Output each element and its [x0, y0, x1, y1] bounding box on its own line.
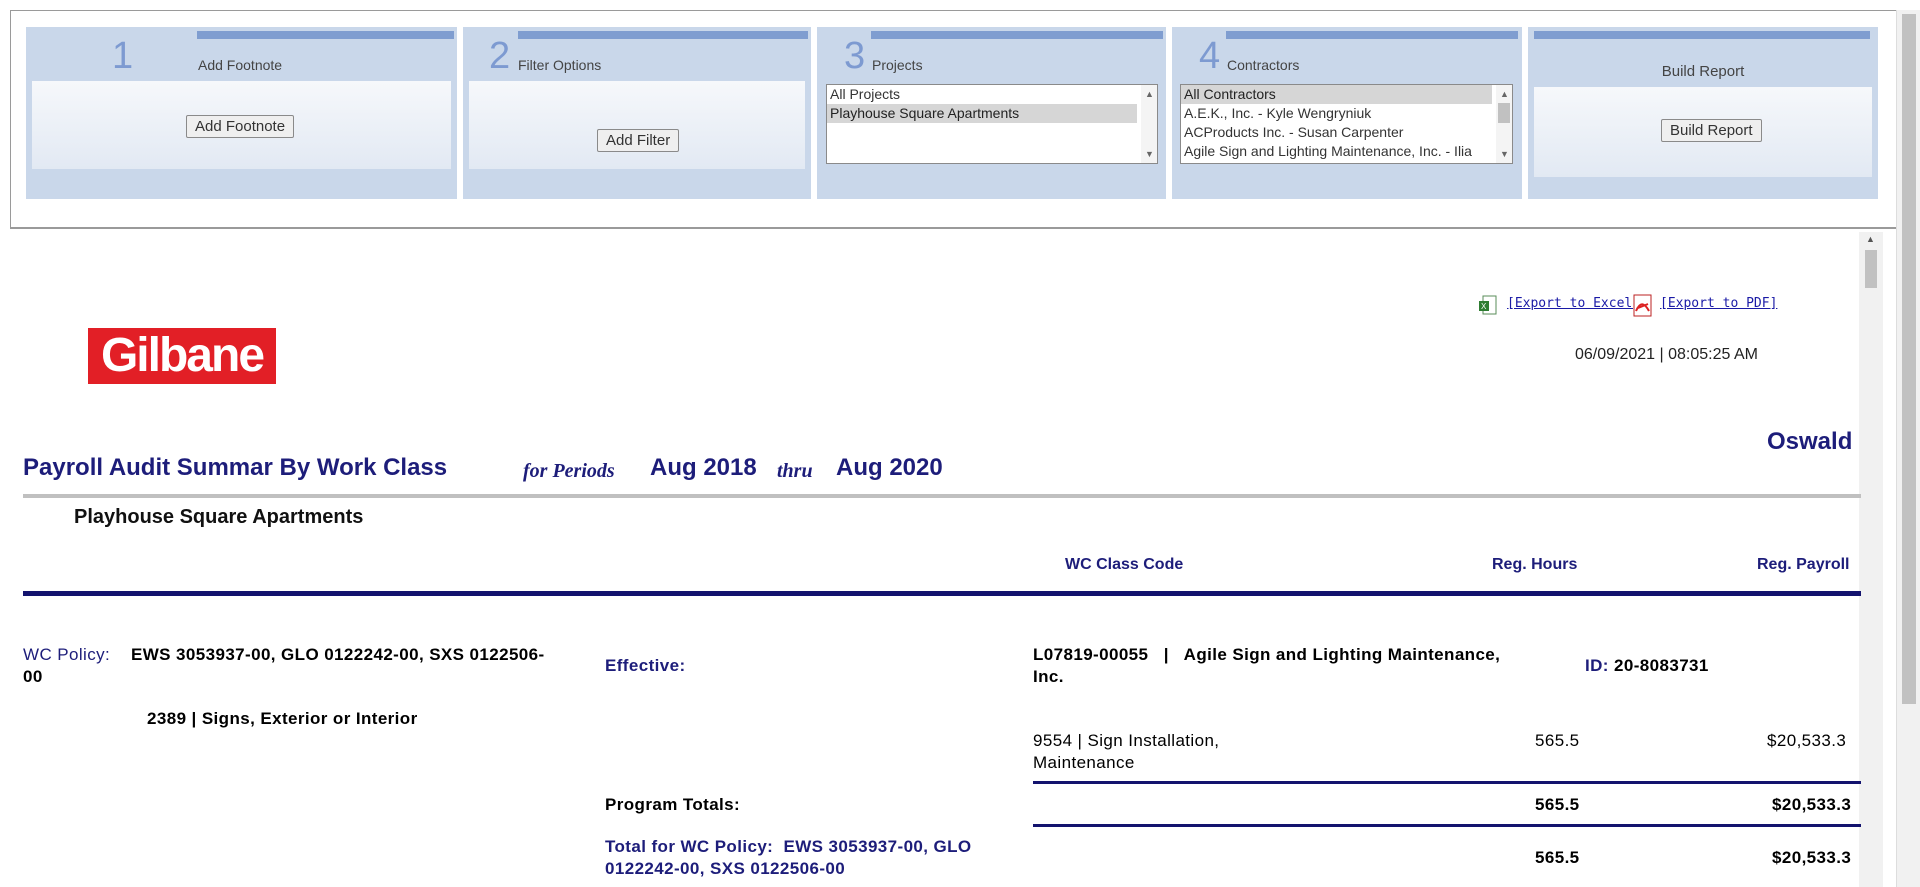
contractor-option[interactable]: Agile Sign and Lighting Maintenance, Inc… — [1181, 142, 1492, 161]
policy-total-wrap: 0122242-00, SXS 0122506-00 — [605, 859, 846, 878]
for-periods-label: for Periods — [523, 460, 615, 482]
report-datetime: 06/09/2021 | 08:05:25 AM — [1575, 346, 1758, 363]
contractor-name-wrap: Inc. — [1033, 667, 1064, 686]
contractors-listbox[interactable]: All Contractors A.E.K., Inc. - Kyle Weng… — [1180, 84, 1513, 164]
report-scrollbar[interactable]: ▲ — [1859, 232, 1883, 887]
totals-divider — [1033, 781, 1861, 784]
export-excel-link[interactable]: [Export to Excel] — [1507, 296, 1640, 311]
pdf-icon[interactable] — [1632, 294, 1654, 318]
col-reg-payroll: Reg. Payroll — [1757, 556, 1850, 573]
header-divider — [23, 591, 1861, 596]
add-filter-button[interactable]: Add Filter — [597, 129, 680, 152]
step-filter-options: 2 Filter Options Add Filter — [463, 27, 811, 199]
step-body: Build Report — [1534, 87, 1872, 177]
id-value: 20-8083731 — [1614, 656, 1709, 675]
policy-payroll: $20,533.3 — [1772, 848, 1852, 867]
build-report-button[interactable]: Build Report — [1661, 119, 1762, 142]
program-totals-label: Program Totals: — [605, 795, 741, 814]
policy-hours: 565.5 — [1535, 848, 1580, 867]
step-title: Contractors — [1227, 57, 1300, 73]
step-accent — [871, 31, 1163, 39]
policy-total-label: Total for WC Policy: EWS 3053937-00, GLO — [605, 837, 972, 856]
page-scroll-thumb[interactable] — [1902, 14, 1916, 704]
step-contractors: 4 Contractors All Contractors A.E.K., In… — [1172, 27, 1522, 199]
row-class-code-wrap: Maintenance — [1033, 753, 1135, 772]
report-owner: Oswald — [1767, 428, 1853, 455]
effective-label: Effective: — [605, 656, 686, 675]
program-hours: 565.5 — [1535, 795, 1580, 814]
col-reg-hours: Reg. Hours — [1492, 556, 1578, 573]
row-class-code: 9554 | Sign Installation, — [1033, 731, 1220, 750]
step-add-footnote: 1 Add Footnote Add Footnote — [26, 27, 457, 199]
projects-listbox[interactable]: All Projects Playhouse Square Apartments… — [826, 84, 1158, 164]
scroll-up-icon[interactable]: ▲ — [1500, 89, 1509, 99]
step-body: Add Footnote — [32, 81, 451, 169]
row-payroll: $20,533.3 — [1767, 731, 1847, 750]
scroll-up-icon[interactable]: ▲ — [1866, 234, 1875, 244]
listbox-scrollbar[interactable]: ▲ ▼ — [1496, 85, 1512, 163]
step-body: Add Filter — [469, 81, 805, 169]
col-wc-class-code: WC Class Code — [1065, 556, 1184, 573]
contractor-name: L07819-00055 | Agile Sign and Lighting M… — [1033, 645, 1501, 664]
scroll-down-icon[interactable]: ▼ — [1500, 149, 1509, 159]
company-logo: Gilbane — [88, 328, 276, 384]
scroll-down-icon[interactable]: ▼ — [1145, 149, 1154, 159]
project-name: Playhouse Square Apartments — [74, 506, 364, 528]
page-scrollbar[interactable] — [1896, 10, 1920, 887]
step-build-report: Build Report Build Report — [1528, 27, 1878, 199]
report-wizard-bar: 1 Add Footnote Add Footnote 2 Filter Opt… — [10, 10, 1897, 229]
add-footnote-button[interactable]: Add Footnote — [186, 115, 295, 138]
step-number: 2 — [489, 35, 511, 77]
wc-policy-value: EWS 3053937-00, GLO 0122242-00, SXS 0122… — [131, 645, 545, 664]
contractor-option-selected[interactable]: All Contractors — [1181, 85, 1492, 104]
step-accent — [1226, 31, 1518, 39]
step-title: Add Footnote — [198, 57, 283, 73]
thru-label: thru — [777, 460, 813, 482]
row-hours: 565.5 — [1535, 731, 1580, 750]
step-accent — [1534, 31, 1870, 39]
svg-text:X: X — [1481, 302, 1487, 311]
contractor-option[interactable]: ACProducts Inc. - Susan Carpenter — [1181, 123, 1492, 142]
wc-policy-label: WC Policy: — [23, 645, 111, 664]
report-scroll-thumb[interactable] — [1865, 250, 1877, 288]
step-title: Projects — [872, 57, 923, 73]
report-frame: ▲ Gilbane X [Export to Excel] [Export to… — [10, 232, 1895, 887]
export-pdf-link[interactable]: [Export to PDF] — [1660, 296, 1777, 311]
title-divider — [23, 494, 1861, 498]
listbox-scrollbar[interactable]: ▲ ▼ — [1141, 85, 1157, 163]
step-projects: 3 Projects All Projects Playhouse Square… — [817, 27, 1166, 199]
policy-total-divider — [1033, 824, 1861, 827]
wc-policy-value-wrap: 00 — [23, 667, 43, 686]
step-title: Build Report — [1661, 63, 1745, 80]
app-frame: 1 Add Footnote Add Footnote 2 Filter Opt… — [0, 0, 1920, 887]
report-title: Payroll Audit Summar By Work Class — [23, 454, 448, 481]
scroll-thumb[interactable] — [1498, 103, 1510, 123]
step-accent — [197, 31, 454, 39]
project-option[interactable]: All Projects — [827, 85, 1157, 104]
step-number: 4 — [1199, 35, 1221, 77]
scroll-up-icon[interactable]: ▲ — [1145, 89, 1154, 99]
step-number: 1 — [112, 35, 134, 77]
step-number: 3 — [844, 35, 866, 77]
project-option-selected[interactable]: Playhouse Square Apartments — [827, 104, 1137, 123]
program-payroll: $20,533.3 — [1772, 795, 1852, 814]
excel-icon[interactable]: X — [1478, 294, 1498, 318]
id-label: ID: — [1585, 656, 1609, 675]
period-start: Aug 2018 — [650, 454, 757, 481]
period-end: Aug 2020 — [836, 454, 943, 481]
work-class: 2389 | Signs, Exterior or Interior — [147, 709, 418, 728]
step-title: Filter Options — [518, 57, 602, 73]
contractor-option[interactable]: A.E.K., Inc. - Kyle Wengryniuk — [1181, 104, 1492, 123]
step-accent — [518, 31, 808, 39]
